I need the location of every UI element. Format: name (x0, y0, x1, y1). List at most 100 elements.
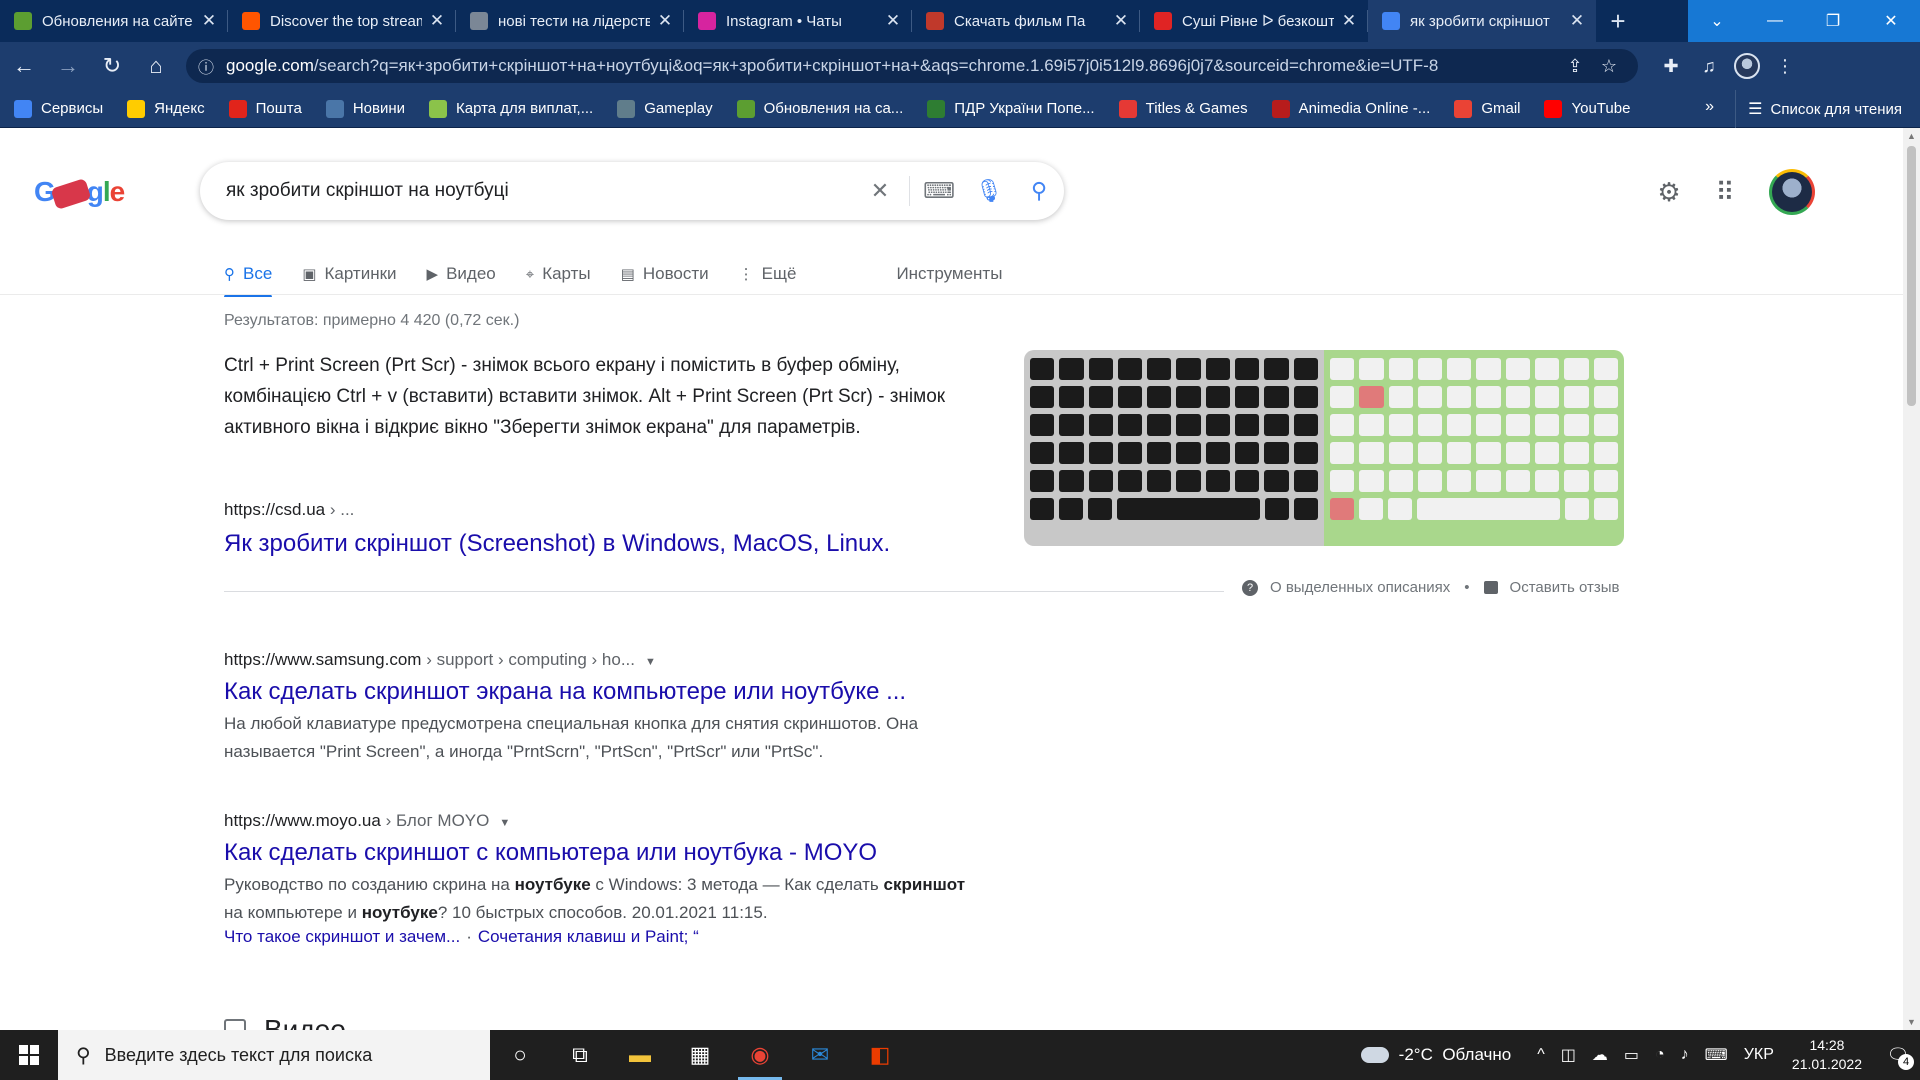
meet-now-icon[interactable]: ◫ (1561, 1045, 1576, 1065)
restore-icon[interactable]: ❐ (1804, 0, 1862, 42)
notification-center-icon[interactable]: 🗨 4 (1876, 1030, 1920, 1080)
reload-button[interactable]: ↻ (92, 46, 132, 86)
bookmark-item[interactable]: Карта для виплат,... (429, 99, 593, 118)
close-icon[interactable]: ✕ (1112, 11, 1130, 31)
bookmarks-overflow-button[interactable]: » (1705, 98, 1714, 116)
volume-icon[interactable]: ♪ (1681, 1046, 1689, 1064)
tab-videos[interactable]: ▶ Видео (427, 252, 496, 296)
weather-widget[interactable]: -2°C Облачно (1360, 1045, 1511, 1065)
search-icon[interactable]: ⚲ (1014, 162, 1064, 220)
featured-images[interactable] (1024, 350, 1624, 546)
result-title-link[interactable]: Как сделать скриншот экрана на компьютер… (224, 678, 984, 706)
new-tab-button[interactable]: + (1596, 0, 1640, 42)
page-scrollbar[interactable]: ▲ ▼ (1903, 128, 1920, 1030)
mail-icon[interactable]: ✉ (790, 1030, 850, 1080)
cortana-icon[interactable]: ○ (490, 1030, 550, 1080)
bookmark-item[interactable]: Обновления на са... (736, 99, 903, 118)
browser-tab[interactable]: Скачать фильм Па ✕ (912, 0, 1140, 42)
close-icon[interactable]: ✕ (200, 11, 218, 31)
result-url[interactable]: https://www.samsung.com › support › comp… (224, 650, 984, 670)
result-url[interactable]: https://www.moyo.ua › Блог MOYO ▼ (224, 811, 984, 831)
featured-title-link[interactable]: Як зробити скріншот (Screenshot) в Windo… (224, 530, 890, 558)
home-button[interactable]: ⌂ (136, 46, 176, 86)
chevron-down-icon[interactable]: ▼ (645, 656, 656, 668)
bookmark-item[interactable]: Gmail (1454, 99, 1520, 118)
battery-icon[interactable]: ▭ (1624, 1045, 1639, 1065)
task-view-icon[interactable]: ⧉ (550, 1030, 610, 1080)
bookmark-item[interactable]: Сервисы (14, 99, 103, 118)
keyboard-image-dark[interactable] (1024, 350, 1324, 546)
browser-tab[interactable]: нові тести на лідерство ✕ (456, 0, 684, 42)
scroll-thumb[interactable] (1907, 146, 1916, 406)
microphone-icon[interactable]: 🎙 (964, 162, 1014, 220)
sitelink[interactable]: Сочетания клавиш и Paint; “ (478, 927, 699, 946)
result-title-link[interactable]: Как сделать скриншот с компьютера или но… (224, 839, 984, 867)
site-info-icon[interactable]: ⓘ (198, 54, 214, 78)
search-input[interactable]: як зробити скріншот на ноутбуці (226, 180, 855, 202)
keyboard-image-light[interactable] (1324, 350, 1624, 546)
clock[interactable]: 14:28 21.01.2022 (1792, 1036, 1862, 1074)
close-icon[interactable]: ✕ (884, 11, 902, 31)
close-window-icon[interactable]: ✕ (1862, 0, 1920, 42)
featured-source[interactable]: https://csd.ua › ... (224, 500, 354, 520)
about-snippets-link[interactable]: О выделенных описаниях (1270, 579, 1450, 596)
extensions-puzzle-icon[interactable]: ✚ (1652, 47, 1690, 85)
tab-images[interactable]: ▣ Картинки (302, 252, 396, 296)
profile-avatar[interactable] (1728, 47, 1766, 85)
reading-list-button[interactable]: ☰ Список для чтения (1735, 90, 1902, 128)
onedrive-icon[interactable]: ☁ (1592, 1045, 1608, 1065)
close-icon[interactable]: ✕ (1568, 11, 1586, 31)
chrome-icon[interactable]: ◉ (730, 1030, 790, 1080)
clear-icon[interactable]: ✕ (855, 162, 905, 220)
wifi-icon[interactable]: ◔ (1655, 1046, 1665, 1064)
bookmark-item[interactable]: Пошта (228, 99, 302, 118)
tab-all[interactable]: ⚲ Все (224, 252, 273, 297)
bookmark-star-icon[interactable]: ☆ (1592, 56, 1626, 77)
browser-tab[interactable]: Обновления на сайте ✕ (0, 0, 228, 42)
bookmark-item[interactable]: Animedia Online -... (1271, 99, 1430, 118)
close-icon[interactable]: ✕ (656, 11, 674, 31)
account-avatar[interactable] (1769, 169, 1815, 215)
tab-maps[interactable]: ⌖ Карты (526, 252, 591, 296)
close-icon[interactable]: ✕ (1340, 11, 1358, 31)
back-button[interactable]: ← (4, 46, 44, 86)
bookmark-item[interactable]: Новини (325, 99, 405, 118)
bookmark-item[interactable]: Titles & Games (1118, 99, 1248, 118)
browser-tab[interactable]: Суші Рівне ᐅ безкоштовна ✕ (1140, 0, 1368, 42)
store-icon[interactable]: ▦ (670, 1030, 730, 1080)
menu-kebab-icon[interactable]: ⋮ (1766, 47, 1804, 85)
language-indicator[interactable]: УКР (1744, 1046, 1774, 1064)
tab-news[interactable]: ▤ Новости (621, 252, 709, 296)
chevron-down-icon[interactable]: ▼ (499, 817, 510, 829)
close-icon[interactable]: ✕ (428, 11, 446, 31)
office-icon[interactable]: ◧ (850, 1030, 910, 1080)
touch-keyboard-icon[interactable]: ⌨ (1705, 1045, 1728, 1065)
bookmark-item[interactable]: ПДР України Попе... (927, 99, 1095, 118)
address-bar[interactable]: ⓘ google.com/search?q=як+зробити+скріншо… (186, 49, 1638, 83)
feedback-link[interactable]: Оставить отзыв (1510, 579, 1620, 596)
apps-grid-icon[interactable]: ⠿ (1701, 168, 1749, 216)
tab-search-icon[interactable]: ⌄ (1688, 0, 1746, 42)
start-button[interactable] (0, 1030, 58, 1080)
forward-button[interactable]: → (48, 46, 88, 86)
scroll-up-icon[interactable]: ▲ (1903, 128, 1920, 144)
tools-button[interactable]: Инструменты (896, 252, 1002, 296)
browser-tab[interactable]: Instagram • Чаты ✕ (684, 0, 912, 42)
google-logo[interactable]: Ggle (34, 176, 125, 210)
file-explorer-icon[interactable]: ▬ (610, 1030, 670, 1080)
url-text[interactable]: google.com/search?q=як+зробити+скріншот+… (226, 56, 1558, 76)
bookmark-item[interactable]: Gameplay (617, 99, 713, 118)
minimize-icon[interactable]: — (1746, 0, 1804, 42)
share-icon[interactable]: ⇪ (1558, 56, 1592, 77)
tab-more[interactable]: ⋮ Ещё (739, 252, 797, 296)
settings-gear-icon[interactable]: ⚙ (1645, 168, 1693, 216)
bookmark-item[interactable]: YouTube (1544, 99, 1630, 118)
media-queue-icon[interactable]: ♫ (1690, 47, 1728, 85)
sitelink[interactable]: Что такое скриншот и зачем... (224, 927, 460, 946)
browser-tab[interactable]: як зробити скріншот ✕ (1368, 0, 1596, 42)
scroll-down-icon[interactable]: ▼ (1903, 1014, 1920, 1030)
taskbar-search[interactable]: ⚲ Введите здесь текст для поиска (58, 1030, 490, 1080)
keyboard-icon[interactable]: ⌨ (914, 162, 964, 220)
chevron-up-icon[interactable]: ^ (1537, 1046, 1545, 1064)
bookmark-item[interactable]: Яндекс (127, 99, 205, 118)
